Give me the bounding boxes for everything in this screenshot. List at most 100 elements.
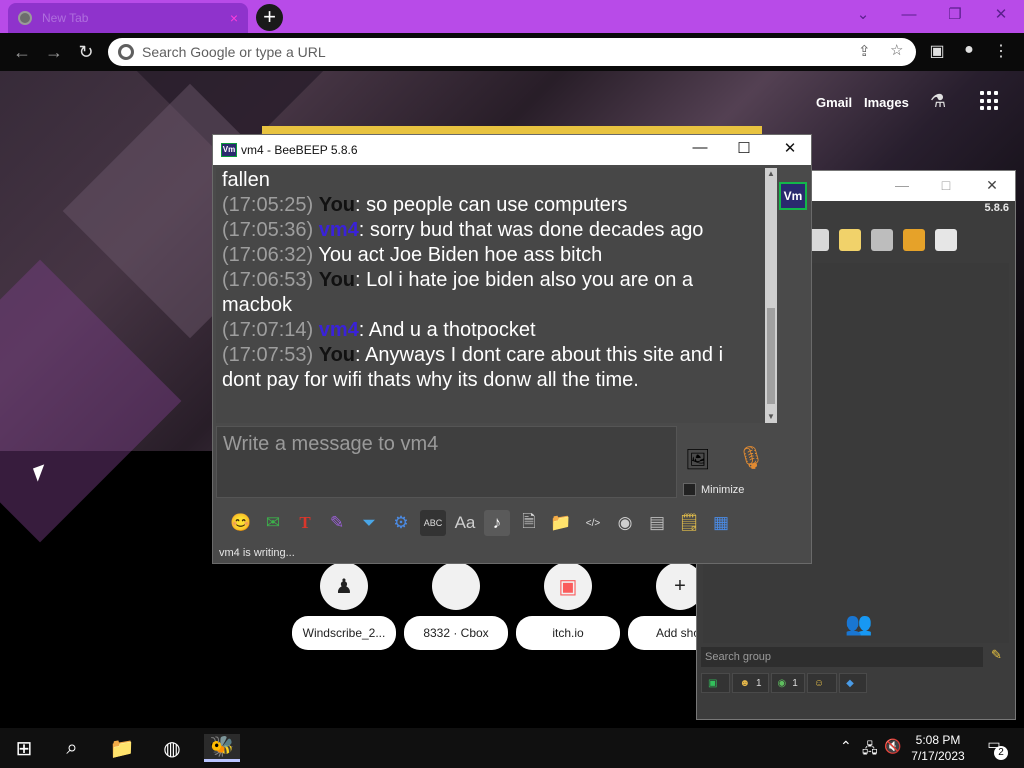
tab-chat[interactable]: ▣ [701, 673, 731, 693]
shortcut-cbox[interactable]: 8332 · Cbox [404, 562, 508, 650]
chat-window-title: vm4 - BeeBEEP 5.8.6 [241, 143, 358, 157]
beebeep-toolbar [807, 229, 957, 251]
files-icon[interactable] [935, 229, 957, 251]
message-input[interactable]: Write a message to vm4 [216, 426, 677, 498]
tray-overflow-icon[interactable]: ⌃ [840, 738, 852, 755]
chrome-favicon-icon [18, 11, 32, 25]
close-window-button[interactable]: ✕ [775, 139, 805, 157]
minimize-window-button[interactable]: — [887, 177, 917, 193]
message-text: You act Joe Biden hoe ass bitch [318, 244, 603, 266]
maximize-window-button[interactable]: □ [931, 177, 961, 193]
minimize-window-button[interactable]: — [886, 0, 932, 30]
folder-share-icon[interactable]: 📁 [548, 510, 574, 536]
mail-icon[interactable]: ✉ [260, 510, 286, 536]
tab-users[interactable]: ☻ 1 [732, 673, 769, 693]
labs-flask-icon[interactable]: ⚗ [930, 91, 946, 112]
volume-muted-icon[interactable]: 🔇 [884, 738, 901, 755]
font-icon[interactable]: T [292, 510, 318, 536]
chat-window: Vm vm4 - BeeBEEP 5.8.6 — ☐ ✕ fallen (17:0… [212, 134, 812, 564]
windows-start-icon[interactable]: ⊞ [6, 734, 42, 762]
file-icon[interactable]: 🗎 [516, 510, 542, 536]
close-window-button[interactable]: ✕ [977, 177, 1007, 194]
message-timestamp: (17:07:14) [222, 319, 319, 341]
file-explorer-icon[interactable]: 📁 [104, 734, 140, 762]
system-clock[interactable]: 5:08 PM 7/17/2023 [908, 732, 968, 764]
shortcut-itchio[interactable]: ▣ itch.io [516, 562, 620, 650]
scroll-down-icon[interactable]: ▼ [765, 411, 777, 423]
restore-window-button[interactable]: ❐ [932, 0, 978, 30]
tab-group[interactable]: ☺ [806, 673, 838, 693]
filter-icon[interactable]: ⏷ [356, 510, 382, 536]
back-icon[interactable]: ← [10, 40, 34, 64]
tab-close-icon[interactable]: × [230, 10, 238, 26]
browser-tab-strip: New Tab × + ⌄ — ❐ ✕ [0, 0, 1024, 33]
color-icon[interactable]: ✎ [324, 510, 350, 536]
music-icon[interactable]: ♪ [484, 510, 510, 536]
share-icon[interactable]: ⇪ [858, 42, 871, 60]
images-link[interactable]: Images [864, 95, 909, 110]
compose-icon[interactable] [839, 229, 861, 251]
search-icon[interactable]: ⌕ [54, 734, 90, 762]
new-tab-button[interactable]: + [256, 4, 283, 31]
download-icon[interactable] [903, 229, 925, 251]
maximize-window-button[interactable]: ☐ [729, 139, 759, 157]
window-icon[interactable]: ▦ [708, 510, 734, 536]
shortcut-label: 8332 · Cbox [404, 616, 508, 650]
menu-icon[interactable]: ⋮ [990, 41, 1012, 61]
code-icon[interactable]: </> [580, 510, 606, 536]
minimize-checkbox[interactable] [683, 483, 696, 496]
text-icon[interactable]: Aa [452, 510, 478, 536]
shortcut-windscribe[interactable]: ♟ Windscribe_2... [292, 562, 396, 650]
close-window-button[interactable]: ✕ [978, 0, 1024, 30]
chrome-icon[interactable]: ◍ [154, 734, 190, 762]
message-sender: You [318, 194, 356, 216]
forward-icon[interactable]: → [42, 40, 66, 64]
tab-title: New Tab [42, 11, 89, 25]
side-panel-icon[interactable]: ▣ [926, 41, 948, 61]
blank-icon [432, 562, 480, 610]
notification-icon[interactable]: ▭ 2 [982, 736, 1008, 760]
bookmark-star-icon[interactable]: ☆ [890, 41, 903, 59]
scroll-thumb[interactable] [767, 308, 775, 404]
itchio-icon: ▣ [544, 562, 592, 610]
chat-scrollbar[interactable]: ▲ ▼ [765, 168, 777, 423]
message-timestamp: (17:06:53) [222, 269, 319, 291]
group-icon: ☺ [813, 677, 825, 689]
settings-icon[interactable]: ⚙ [388, 510, 414, 536]
minimize-window-button[interactable]: — [685, 139, 715, 156]
clear-search-icon[interactable]: ✎ [991, 647, 1002, 663]
tab-search-icon[interactable]: ⌄ [840, 0, 886, 30]
printer-icon[interactable]: ▤ [644, 510, 670, 536]
beebeep-taskbar-icon[interactable]: 🐝 [204, 734, 240, 762]
chat-toolbar: 😊 ✉ T ✎ ⏷ ⚙ ABC Aa ♪ 🗎 📁 </> ◉ ▤ 🗒 ▦ [216, 506, 810, 540]
microphone-icon[interactable]: 🎙 [737, 445, 765, 471]
screenshot-icon[interactable]: ◉ [612, 510, 638, 536]
spellcheck-icon[interactable]: ABC [420, 510, 446, 536]
clock-time: 5:08 PM [915, 733, 961, 747]
settings-icon[interactable] [871, 229, 893, 251]
emoji-icon[interactable]: 😊 [228, 510, 254, 536]
reload-icon[interactable]: ↻ [74, 40, 98, 64]
message-text: : so people can use computers [355, 194, 628, 216]
message-text: : sorry bud that was done decades ago [358, 219, 704, 241]
search-group-input[interactable]: Search group [701, 647, 983, 667]
tab-new-tab[interactable]: New Tab × [8, 3, 248, 33]
scroll-up-icon[interactable]: ▲ [765, 168, 777, 180]
beebeep-tabs: ▣ ☻ 1 ◉ 1 ☺ ◆ [701, 673, 867, 693]
note-icon[interactable]: 🗒 [676, 510, 702, 536]
avatar[interactable]: Vm [779, 182, 807, 210]
tab-messages[interactable]: ◉ 1 [770, 673, 805, 693]
send-file-icon[interactable]: 🖼 [685, 447, 710, 472]
google-apps-icon[interactable] [980, 91, 1000, 111]
shortcut-label: itch.io [516, 616, 620, 650]
profile-icon[interactable]: ● [958, 41, 980, 59]
address-bar[interactable]: Search Google or type a URL ⇪ ☆ [108, 38, 916, 66]
chat-window-titlebar: Vm vm4 - BeeBEEP 5.8.6 — ☐ ✕ [213, 135, 811, 165]
background-banner [262, 126, 762, 134]
google-icon [118, 44, 134, 60]
network-icon[interactable]: 🖧 [862, 738, 878, 762]
tab-share[interactable]: ◆ [839, 673, 867, 693]
message-text: fallen [222, 169, 270, 191]
gmail-link[interactable]: Gmail [816, 95, 852, 110]
message-timestamp: (17:05:36) [222, 219, 319, 241]
